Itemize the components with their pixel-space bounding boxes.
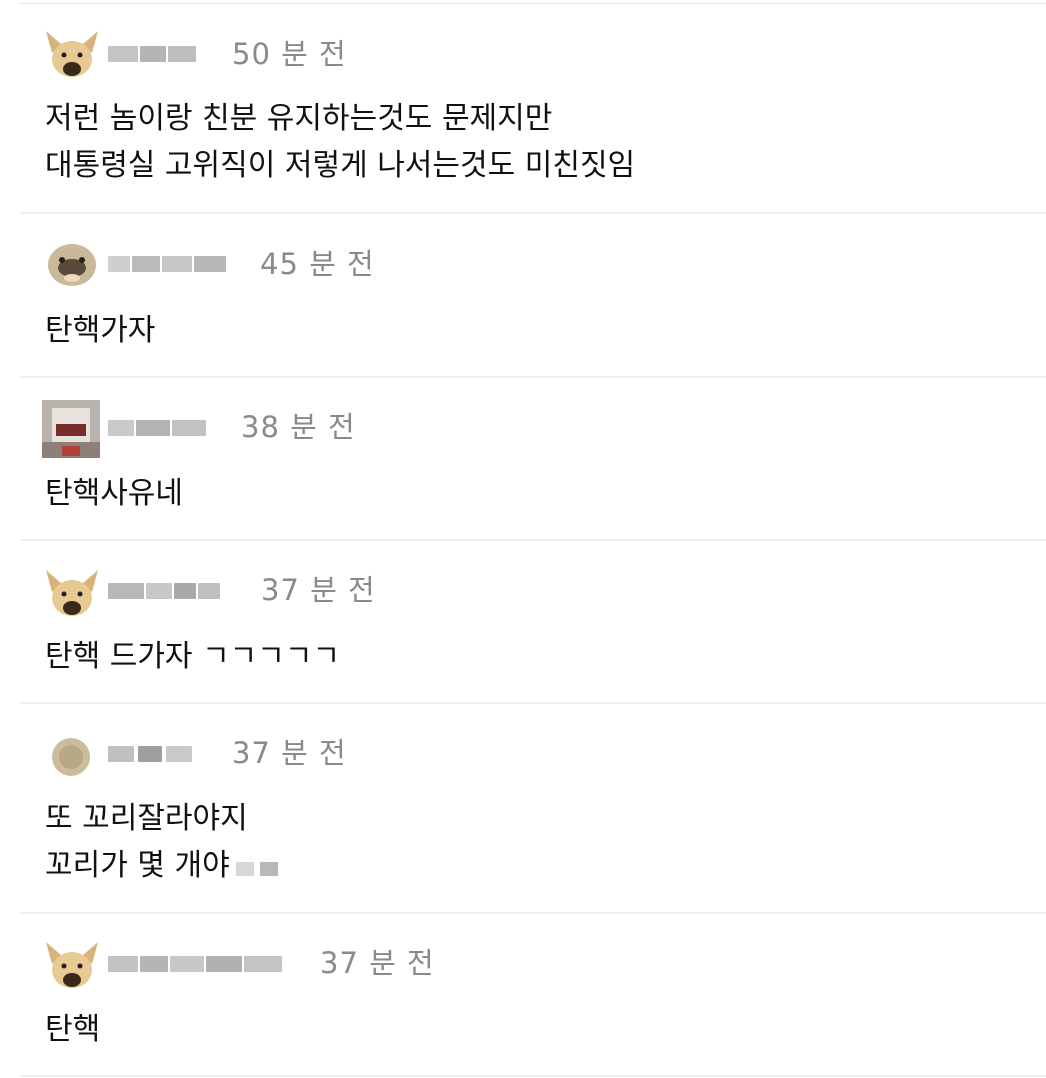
dog-avatar-icon[interactable] bbox=[44, 938, 100, 994]
comment-text-line: 탄핵 드가자 ㄱㄱㄱㄱㄱ bbox=[45, 639, 341, 674]
comment-text-line: 저런 놈이랑 친분 유지하는것도 문제지만 bbox=[45, 101, 553, 136]
comment-text-line: 대통령실 고위직이 저렇게 나서는것도 미친짓임 bbox=[45, 148, 636, 183]
nickname-blurred[interactable] bbox=[108, 250, 228, 276]
dog-avatar-icon[interactable] bbox=[44, 566, 100, 622]
nickname-blurred[interactable] bbox=[108, 950, 284, 976]
pug-avatar-icon[interactable] bbox=[44, 238, 100, 288]
nickname-blurred[interactable] bbox=[108, 577, 223, 603]
dog-avatar-icon[interactable] bbox=[44, 27, 100, 83]
comment-text-line: 탄핵사유네 bbox=[45, 476, 183, 511]
comment-time: 45 분 전 bbox=[260, 247, 375, 281]
comment-time: 37 분 전 bbox=[320, 946, 435, 980]
comment-time: 37 분 전 bbox=[232, 736, 347, 770]
comment-time: 38 분 전 bbox=[241, 410, 356, 444]
comment-time: 50 분 전 bbox=[232, 37, 347, 71]
comment-divider bbox=[20, 702, 1046, 704]
comment-text-line: 탄핵 bbox=[45, 1012, 101, 1047]
comment-divider bbox=[20, 539, 1046, 541]
nickname-blurred[interactable] bbox=[108, 414, 208, 440]
comment-text-line: 또 꼬리잘라야지 bbox=[45, 801, 248, 836]
comment-text-line: 탄핵가자 bbox=[45, 313, 156, 348]
top-divider bbox=[20, 3, 1046, 4]
comment-divider bbox=[20, 1075, 1046, 1077]
emoji-blurred-icon bbox=[235, 847, 284, 887]
comment-divider bbox=[20, 912, 1046, 914]
comment-text-line-wrap: 꼬리가 몇 개야 bbox=[45, 846, 284, 887]
person-avatar-icon[interactable] bbox=[42, 400, 100, 458]
nickname-blurred[interactable] bbox=[108, 40, 198, 66]
nickname-blurred[interactable] bbox=[108, 740, 194, 766]
round-avatar-icon[interactable] bbox=[50, 736, 92, 778]
comment-divider bbox=[20, 376, 1046, 378]
comment-text-line: 꼬리가 몇 개야 bbox=[45, 848, 230, 883]
comment-time: 37 분 전 bbox=[261, 573, 376, 607]
comment-divider bbox=[20, 212, 1046, 214]
